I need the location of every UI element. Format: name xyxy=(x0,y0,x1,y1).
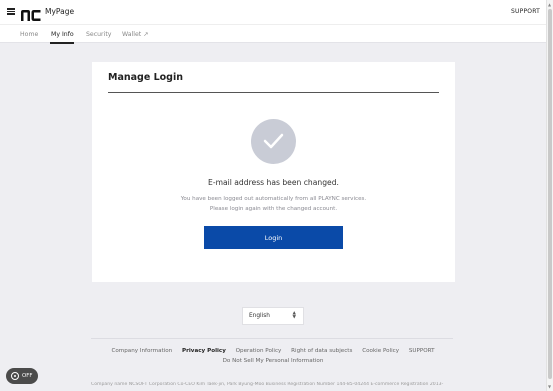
page-scrollbar[interactable]: ▲ ▼ xyxy=(546,0,553,391)
relogin-notice: Please login again with the changed acco… xyxy=(209,206,338,212)
footer-link-privacy-policy[interactable]: Privacy Policy xyxy=(182,348,226,354)
card-title: Manage Login xyxy=(108,72,183,83)
footer-link-right-of-data-subjects[interactable]: Right of data subjects xyxy=(291,348,352,354)
footer-link-do-not-sell[interactable]: Do Not Sell My Personal Information xyxy=(0,358,546,364)
hamburger-menu-icon[interactable] xyxy=(7,8,15,15)
scroll-down-icon[interactable]: ▼ xyxy=(548,384,551,389)
scroll-thumb[interactable] xyxy=(548,9,552,379)
accessibility-toggle[interactable]: OFF xyxy=(6,368,38,384)
nc-logo[interactable] xyxy=(21,6,41,25)
footer-divider xyxy=(91,338,453,339)
tab-wallet[interactable]: Wallet ↗ xyxy=(122,31,148,38)
login-button[interactable]: Login xyxy=(204,226,343,249)
tab-bar: Home My Info Security Wallet ↗ xyxy=(0,24,546,44)
brand-name: MyPage xyxy=(45,7,75,16)
footer-links: Company Information Privacy Policy Opera… xyxy=(0,348,546,354)
tab-home[interactable]: Home xyxy=(20,31,38,38)
manage-login-card: Manage Login E-mail address has been cha… xyxy=(92,62,455,282)
tab-security[interactable]: Security xyxy=(86,31,111,38)
language-selected: English xyxy=(249,313,270,319)
footer-link-company-information[interactable]: Company Information xyxy=(111,348,172,354)
support-link[interactable]: SUPPORT xyxy=(511,8,540,15)
scroll-up-icon[interactable]: ▲ xyxy=(548,2,551,7)
active-tab-indicator xyxy=(50,42,74,44)
check-circle-icon xyxy=(251,119,296,164)
company-info: Company name NCSOFT Corporation Co-CEO K… xyxy=(91,382,444,387)
success-message: E-mail address has been changed. xyxy=(208,178,339,187)
footer-link-support[interactable]: SUPPORT xyxy=(409,348,435,354)
language-select[interactable]: English ▲ ▼ xyxy=(242,307,304,325)
logout-notice: You have been logged out automatically f… xyxy=(180,196,367,202)
footer-link-cookie-policy[interactable]: Cookie Policy xyxy=(362,348,399,354)
footer-link-operation-policy[interactable]: Operation Policy xyxy=(236,348,282,354)
toggle-icon xyxy=(11,372,19,380)
top-bar: MyPage SUPPORT xyxy=(0,0,546,24)
select-arrows-icon: ▲ ▼ xyxy=(292,311,296,320)
tab-my-info[interactable]: My Info xyxy=(51,31,74,38)
toggle-label: OFF xyxy=(22,373,33,379)
card-divider xyxy=(108,92,439,93)
